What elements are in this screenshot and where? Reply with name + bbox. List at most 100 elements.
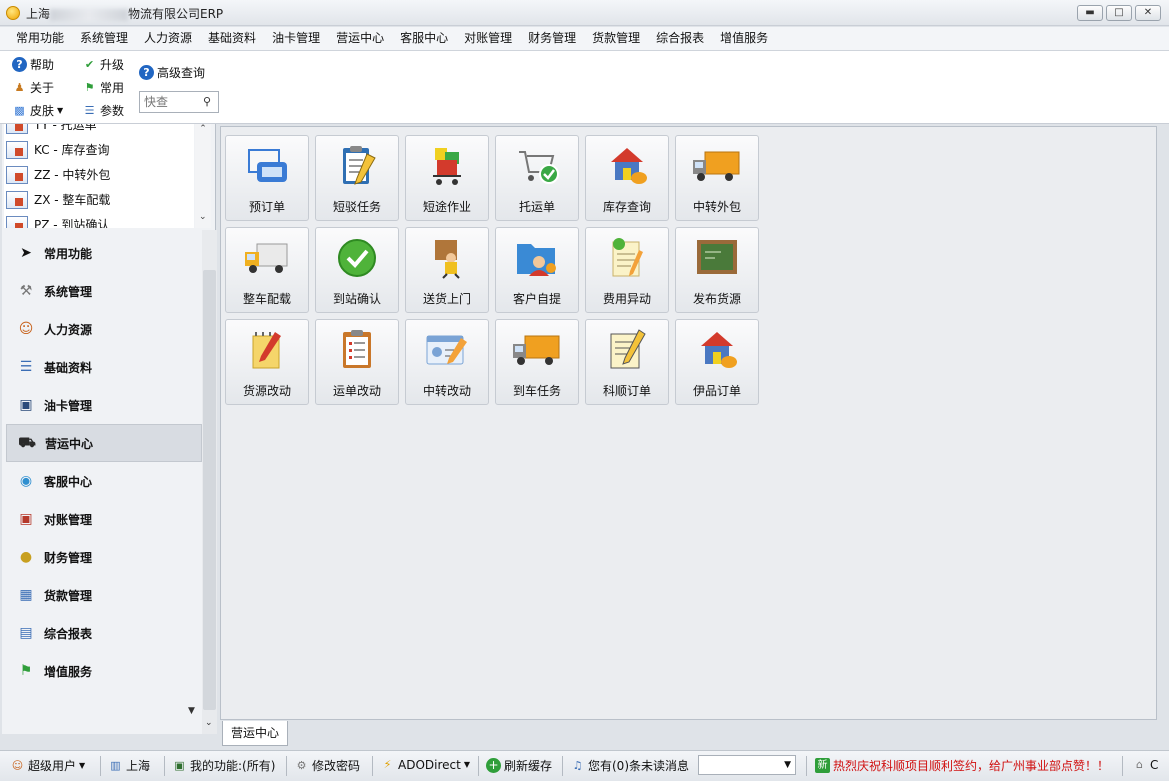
- nav-item-service[interactable]: ◉ 客服中心: [6, 462, 202, 500]
- menu-common[interactable]: 常用功能: [8, 27, 72, 50]
- change-password-button[interactable]: ⚙ 修改密码: [294, 757, 360, 774]
- nav-item-hr[interactable]: ☺ 人力资源: [6, 310, 202, 348]
- help-button[interactable]: ? 帮助: [12, 56, 54, 73]
- advanced-query-button[interactable]: ? 高级查询: [139, 64, 205, 81]
- menu-finance[interactable]: 财务管理: [520, 27, 584, 50]
- chevron-down-icon[interactable]: ⌄: [199, 212, 207, 222]
- menu-operations[interactable]: 营运中心: [328, 27, 392, 50]
- close-button[interactable]: ✕: [1135, 5, 1161, 21]
- params-button[interactable]: ☰ 参数: [82, 102, 124, 119]
- chevron-down-icon[interactable]: ▼: [188, 706, 195, 716]
- tree-item[interactable]: PZ - 到站确认: [4, 212, 194, 228]
- cursor-icon: ➤: [20, 245, 32, 261]
- tile-transfer-change[interactable]: 中转改动: [405, 319, 489, 405]
- shortcut-tree: TY - 托运单 KC - 库存查询 ZZ - 中转外包 ZX - 整车配载 P…: [4, 124, 194, 228]
- chevron-up-icon[interactable]: ⌃: [199, 124, 207, 134]
- nav-item-operations[interactable]: ⛟ 营运中心: [6, 424, 202, 462]
- tile-door-delivery[interactable]: 送货上门: [405, 227, 489, 313]
- menu-fuelcard[interactable]: 油卡管理: [264, 27, 328, 50]
- minimize-button[interactable]: ▬: [1077, 5, 1103, 21]
- tile-arrival-confirm[interactable]: 到站确认: [315, 227, 399, 313]
- menu-basic[interactable]: 基础资料: [200, 27, 264, 50]
- user-icon: ♟: [14, 81, 25, 94]
- tile-publish-supply[interactable]: 发布货源: [675, 227, 759, 313]
- message-select[interactable]: ▼: [698, 755, 796, 775]
- tile-yipin-order[interactable]: 伊品订单: [675, 319, 759, 405]
- toolbar: ?帮助 ♟关于 ▩皮肤▼ ✔升级 ⚑常用 ☰参数 ?高级查询 ⚲: [0, 51, 1169, 124]
- nav-item-reconcile[interactable]: ▣ 对账管理: [6, 500, 202, 538]
- tree-item[interactable]: KC - 库存查询: [4, 137, 194, 162]
- tile-waybill[interactable]: 托运单: [495, 135, 579, 221]
- board-icon: [690, 234, 744, 282]
- nav-item-system[interactable]: ⚒ 系统管理: [6, 272, 202, 310]
- tile-supply-change[interactable]: 货源改动: [225, 319, 309, 405]
- tile-shuttle-task[interactable]: 短驳任务: [315, 135, 399, 221]
- nav-item-common[interactable]: ➤ 常用功能: [6, 234, 202, 272]
- report-icon: ▤: [19, 625, 33, 641]
- nav-item-fuelcard[interactable]: ▣ 油卡管理: [6, 386, 202, 424]
- ado-dropdown[interactable]: ⚡ ADODirect ▼: [380, 757, 470, 772]
- chevron-down-icon: ▼: [79, 761, 86, 770]
- common-button[interactable]: ⚑ 常用: [82, 79, 124, 96]
- menu-reports[interactable]: 综合报表: [648, 27, 712, 50]
- tree-item[interactable]: ZX - 整车配载: [4, 187, 194, 212]
- location-button[interactable]: ▥ 上海: [108, 757, 150, 774]
- tree-item[interactable]: ZZ - 中转外包: [4, 162, 194, 187]
- my-functions-button[interactable]: ▣ 我的功能:(所有): [172, 757, 275, 774]
- tree-scrollbar[interactable]: ⌃ ⌄: [195, 124, 211, 228]
- tile-preorder[interactable]: 预订单: [225, 135, 309, 221]
- chevron-down-icon[interactable]: ⌄: [205, 718, 213, 728]
- maximize-button[interactable]: □: [1106, 5, 1132, 21]
- gear-icon: ⚙: [296, 759, 307, 772]
- help-icon: ?: [12, 57, 27, 72]
- tile-arrival-task[interactable]: 到车任务: [495, 319, 579, 405]
- menu-bar: 常用功能 系统管理 人力资源 基础资料 油卡管理 营运中心 客服中心 对账管理 …: [0, 27, 1169, 51]
- delivery-man-icon: [420, 234, 474, 282]
- divider: [806, 756, 807, 776]
- report-icon: [6, 190, 28, 209]
- clipboard-list-icon: [330, 326, 384, 374]
- nav-item-valueadded[interactable]: ⚑ 增值服务: [6, 652, 202, 690]
- about-button[interactable]: ♟ 关于: [12, 79, 54, 96]
- nav-item-finance[interactable]: ● 财务管理: [6, 538, 202, 576]
- tile-transfer-outsource[interactable]: 中转外包: [675, 135, 759, 221]
- tile-keshun-order[interactable]: 科顺订单: [585, 319, 669, 405]
- check-circle-icon: [330, 234, 384, 282]
- tile-inventory-query[interactable]: 库存查询: [585, 135, 669, 221]
- nav-item-reports[interactable]: ▤ 综合报表: [6, 614, 202, 652]
- menu-valueadded[interactable]: 增值服务: [712, 27, 776, 50]
- tile-full-load[interactable]: 整车配载: [225, 227, 309, 313]
- refresh-cache-button[interactable]: + 刷新缓存: [486, 757, 552, 774]
- ledger-icon: ▦: [19, 587, 33, 603]
- tree-item[interactable]: TY - 托运单: [4, 124, 194, 137]
- list-icon: ☰: [19, 359, 33, 375]
- search-icon[interactable]: ⚲: [203, 95, 211, 108]
- menu-service[interactable]: 客服中心: [392, 27, 456, 50]
- menu-reconcile[interactable]: 对账管理: [456, 27, 520, 50]
- menu-hr[interactable]: 人力资源: [136, 27, 200, 50]
- home-button[interactable]: ⌂ C: [1132, 757, 1158, 772]
- tile-waybill-change[interactable]: 运单改动: [315, 319, 399, 405]
- tile-self-pickup[interactable]: 客户自提: [495, 227, 579, 313]
- report-icon: [6, 165, 28, 184]
- tile-fee-change[interactable]: 费用异动: [585, 227, 669, 313]
- nav-item-payment[interactable]: ▦ 货款管理: [6, 576, 202, 614]
- nav-scrollbar[interactable]: [202, 230, 217, 734]
- list-icon: ☰: [84, 104, 95, 117]
- report-icon: [6, 140, 28, 159]
- menu-payment[interactable]: 货款管理: [584, 27, 648, 50]
- user-dropdown[interactable]: ☺ 超级用户 ▼: [10, 757, 85, 774]
- nav-item-basic[interactable]: ☰ 基础资料: [6, 348, 202, 386]
- report-icon: [6, 124, 28, 134]
- house-chart-icon: [600, 142, 654, 190]
- messages-button[interactable]: ♫ 您有(0)条未读消息: [570, 757, 689, 774]
- document-icon: ▣: [19, 511, 33, 527]
- upgrade-button[interactable]: ✔ 升级: [82, 56, 124, 73]
- menu-system[interactable]: 系统管理: [72, 27, 136, 50]
- user-icon: ☺: [11, 759, 24, 772]
- tile-short-haul[interactable]: 短途作业: [405, 135, 489, 221]
- clipboard-icon: [330, 142, 384, 190]
- skin-dropdown[interactable]: ▩ 皮肤 ▼: [12, 102, 63, 119]
- tab-operations[interactable]: 营运中心: [222, 721, 288, 746]
- scroll-thumb[interactable]: [203, 270, 216, 710]
